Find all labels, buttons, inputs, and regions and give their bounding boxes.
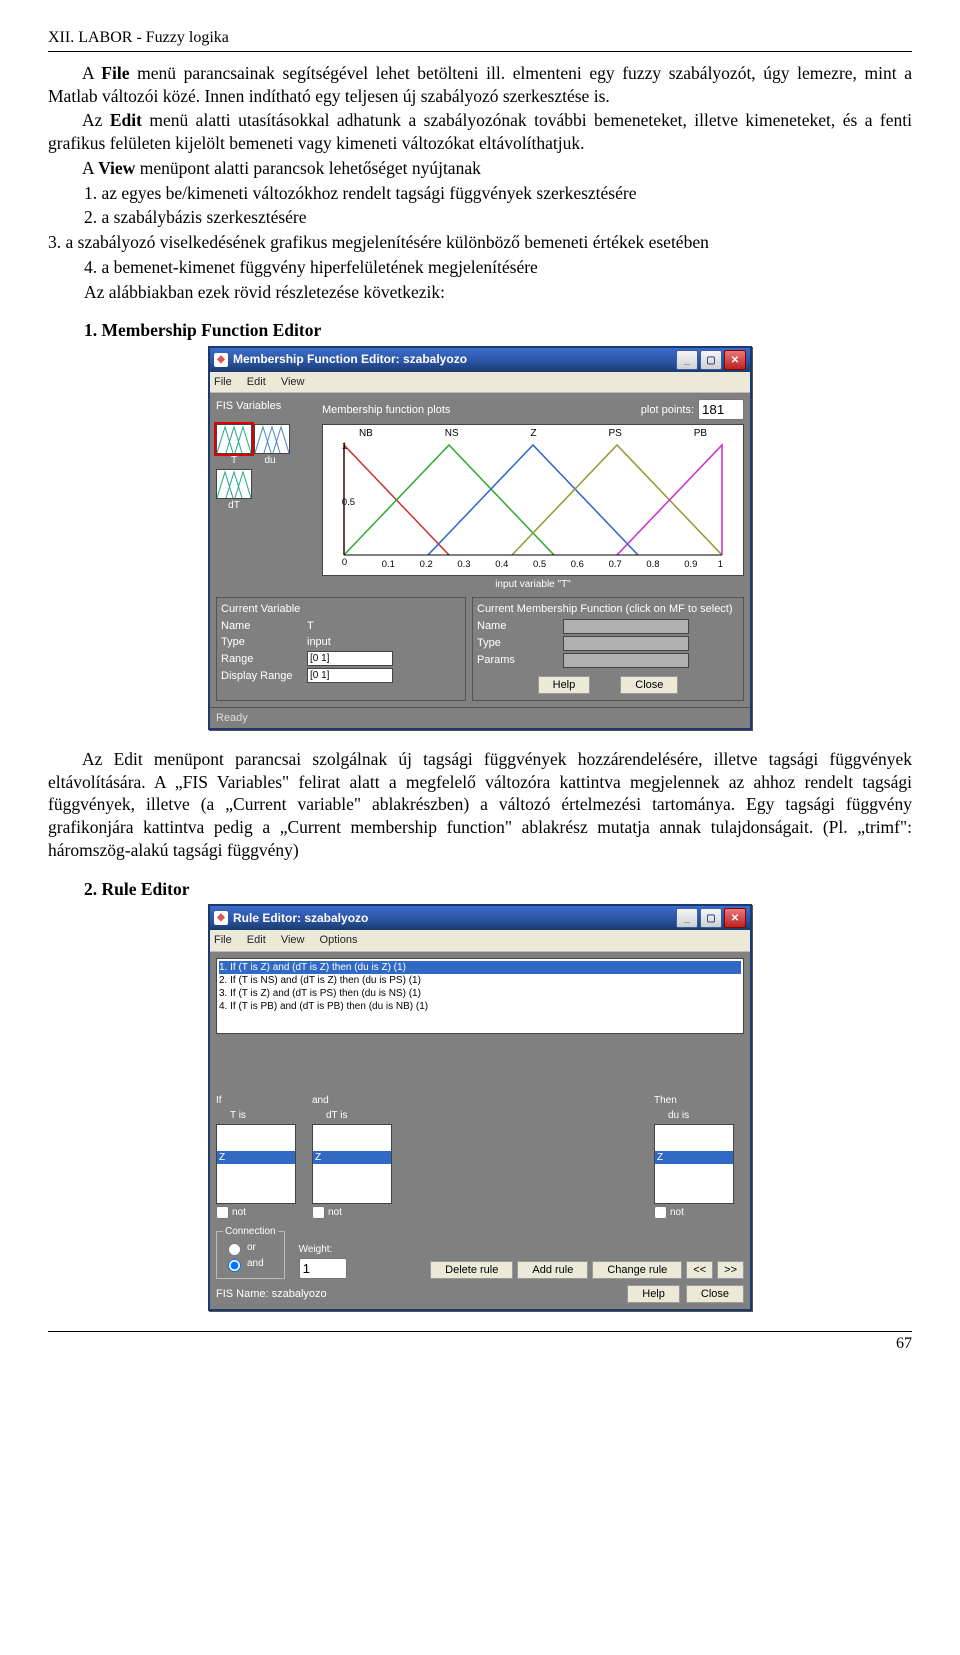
curvar-label: Current Variable [221, 602, 461, 616]
matlab-icon: ◆ [214, 911, 228, 925]
delete-rule-button[interactable]: Delete rule [430, 1261, 513, 1279]
list-item-1: 1. az egyes be/kimeneti változókhoz rend… [84, 182, 912, 205]
paragraph-file: A File menü parancsainak segítségével le… [48, 62, 912, 108]
re-menubar: File Edit View Options [210, 930, 750, 951]
var-T-box[interactable] [216, 424, 252, 454]
not-dT[interactable]: not [312, 1206, 342, 1219]
select-du[interactable]: NBNS Z PSPB none [654, 1124, 734, 1204]
fis-variables-label: FIS Variables [216, 399, 316, 413]
mfe-window: ◆ Membership Function Editor: szabalyozo… [208, 346, 752, 730]
curmf-label: Current Membership Function (click on MF… [477, 602, 739, 616]
menu-view[interactable]: View [281, 934, 305, 946]
svg-text:0.7: 0.7 [609, 560, 622, 570]
mfe-menubar: File Edit View [210, 372, 750, 393]
matlab-icon: ◆ [214, 353, 228, 367]
var-dT-box[interactable] [216, 469, 252, 499]
bold-view: View [98, 158, 135, 178]
menu-edit[interactable]: Edit [247, 376, 266, 388]
svg-text:0.1: 0.1 [382, 560, 395, 570]
minimize-button[interactable]: _ [676, 350, 698, 370]
svg-text:0.4: 0.4 [495, 560, 508, 570]
minimize-button[interactable]: _ [676, 908, 698, 928]
rule-3[interactable]: 3. If (T is Z) and (dT is PS) then (du i… [219, 987, 741, 1000]
svg-text:1: 1 [342, 442, 347, 452]
mfe-title: Membership Function Editor: szabalyozo [233, 352, 467, 368]
menu-view[interactable]: View [281, 376, 305, 388]
heading-re: 2. Rule Editor [84, 878, 912, 901]
var-du-box[interactable] [254, 424, 290, 454]
paragraph-mfe-desc: Az Edit menüpont parancsai szolgálnak új… [48, 748, 912, 862]
svg-text:0.5: 0.5 [533, 560, 546, 570]
paragraph-edit: Az Edit menü alatti utasításokkal adhatu… [48, 109, 912, 155]
page-number: 67 [48, 1331, 912, 1355]
rule-list[interactable]: 1. If (T is Z) and (dT is Z) then (du is… [216, 958, 744, 1034]
var-du-label: du [252, 454, 288, 467]
rulenext-button[interactable]: >> [717, 1261, 744, 1279]
mfe-statusbar: Ready [210, 707, 750, 728]
list-item-2: 2. a szabálybázis szerkesztésére [84, 206, 912, 229]
svg-text:0.6: 0.6 [571, 560, 584, 570]
rule-2[interactable]: 2. If (T is NS) and (dT is Z) then (du i… [219, 974, 741, 987]
change-rule-button[interactable]: Change rule [592, 1261, 682, 1279]
not-T[interactable]: not [216, 1206, 246, 1219]
var-dT-label: dT [216, 499, 252, 512]
re-close-button[interactable]: Close [686, 1285, 744, 1303]
menu-file[interactable]: File [214, 934, 232, 946]
select-T[interactable]: NBNS Z PSPB none [216, 1124, 296, 1204]
close-button-mfe[interactable]: Close [620, 676, 678, 694]
svg-text:0.2: 0.2 [420, 560, 433, 570]
plotpoints-label: plot points: [641, 403, 694, 417]
mfe-titlebar[interactable]: ◆ Membership Function Editor: szabalyozo… [210, 348, 750, 372]
menu-options[interactable]: Options [320, 934, 358, 946]
menu-edit[interactable]: Edit [247, 934, 266, 946]
bold-edit: Edit [110, 110, 142, 130]
svg-text:0.8: 0.8 [646, 560, 659, 570]
curvar-type: input [307, 635, 331, 649]
re-title: Rule Editor: szabalyozo [233, 911, 368, 927]
radio-or[interactable]: or [223, 1240, 278, 1256]
svg-text:0: 0 [342, 558, 347, 568]
list-item-3: 3. a szabályozó viselkedésének grafikus … [48, 231, 912, 254]
add-rule-button[interactable]: Add rule [517, 1261, 588, 1279]
svg-text:0.3: 0.3 [457, 560, 470, 570]
connection-group: Connection or and [216, 1225, 285, 1279]
mf-type-select[interactable] [563, 636, 689, 651]
weight-input[interactable] [299, 1258, 347, 1279]
close-button[interactable]: ✕ [724, 350, 746, 370]
radio-and[interactable]: and [223, 1256, 278, 1272]
plot-xlabel: input variable "T" [322, 578, 744, 591]
svg-text:0.5: 0.5 [342, 498, 355, 508]
select-dT[interactable]: NBNS Z PSPB none [312, 1124, 392, 1204]
curvar-name: T [307, 619, 314, 633]
svg-text:1: 1 [718, 560, 723, 570]
re-window: ◆ Rule Editor: szabalyozo _ ▢ ✕ File Edi… [208, 904, 752, 1310]
svg-text:0.9: 0.9 [684, 560, 697, 570]
var-T-label: T [216, 454, 252, 467]
help-button[interactable]: Help [538, 676, 591, 694]
fisname-label: FIS Name: szabalyozo [216, 1287, 327, 1301]
list-item-4: 4. a bemenet-kimenet függvény hiperfelül… [84, 256, 912, 279]
menu-file[interactable]: File [214, 376, 232, 388]
plotpoints-input[interactable] [698, 399, 744, 420]
bold-file: File [101, 63, 129, 83]
page-header: XII. LABOR - Fuzzy logika [48, 28, 912, 52]
re-titlebar[interactable]: ◆ Rule Editor: szabalyozo _ ▢ ✕ [210, 906, 750, 930]
mfp-label: Membership function plots [322, 403, 450, 417]
paragraph-view: A View menüpont alatti parancsok lehetős… [48, 157, 912, 180]
paragraph-follows: Az alábbiakban ezek rövid részletezése k… [84, 281, 912, 304]
re-help-button[interactable]: Help [627, 1285, 680, 1303]
close-button[interactable]: ✕ [724, 908, 746, 928]
ruleprev-button[interactable]: << [686, 1261, 713, 1279]
range-input[interactable] [307, 651, 393, 666]
rule-1[interactable]: 1. If (T is Z) and (dT is Z) then (du is… [219, 961, 741, 974]
heading-mfe: 1. Membership Function Editor [84, 319, 912, 342]
mf-plot[interactable]: NB NS Z PS PB [322, 424, 744, 576]
rule-4[interactable]: 4. If (T is PB) and (dT is PB) then (du … [219, 1000, 741, 1013]
mf-name-input[interactable] [563, 619, 689, 634]
mf-params-input[interactable] [563, 653, 689, 668]
drange-input[interactable] [307, 668, 393, 683]
maximize-button[interactable]: ▢ [700, 908, 722, 928]
not-du[interactable]: not [654, 1206, 684, 1219]
maximize-button[interactable]: ▢ [700, 350, 722, 370]
